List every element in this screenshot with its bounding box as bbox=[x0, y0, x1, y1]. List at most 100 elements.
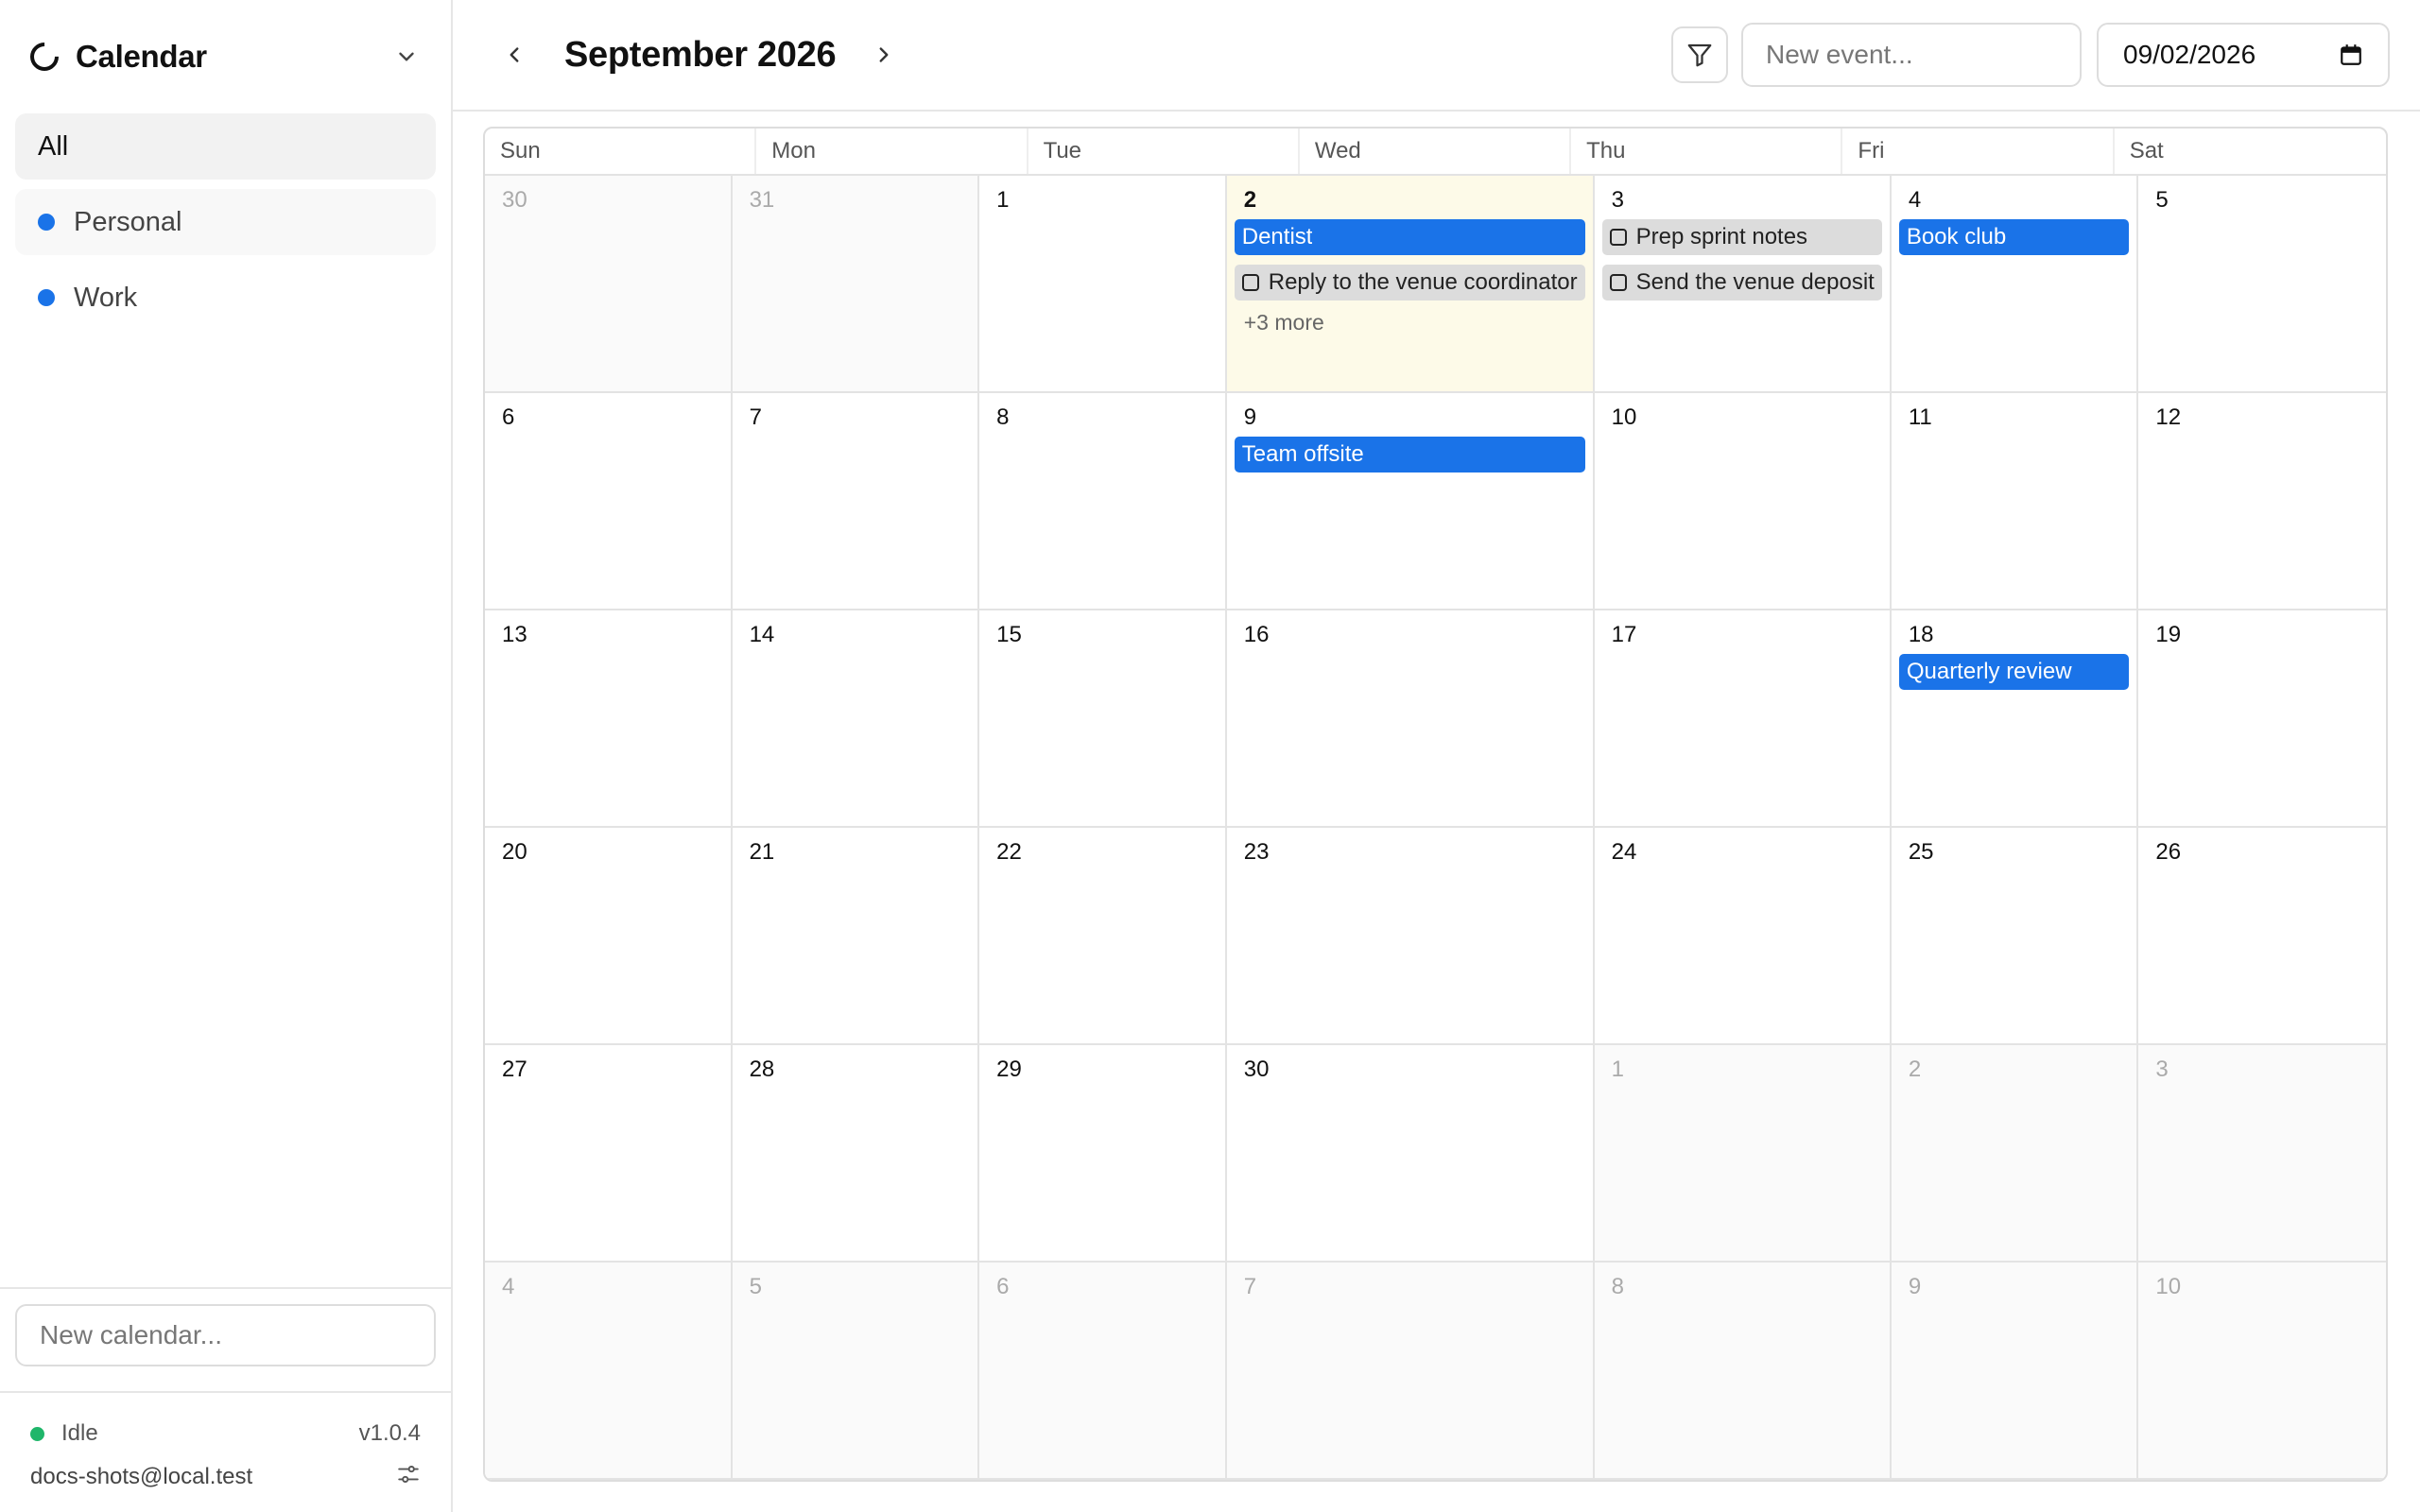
day-cell[interactable]: 4 Book club bbox=[1891, 176, 2139, 393]
chevron-down-icon[interactable] bbox=[392, 43, 421, 71]
day-cell[interactable]: 20 bbox=[485, 828, 733, 1045]
day-cell[interactable]: 10 bbox=[2138, 1263, 2386, 1480]
day-number: 15 bbox=[996, 622, 1022, 647]
day-cell[interactable]: 1 bbox=[1594, 1045, 1892, 1263]
day-cell[interactable]: 25 bbox=[1891, 828, 2139, 1045]
task-checkbox[interactable] bbox=[1609, 229, 1627, 246]
day-cell[interactable]: 26 bbox=[2138, 828, 2386, 1045]
day-cell[interactable]: 5 bbox=[2138, 176, 2386, 393]
app-title: Calendar bbox=[76, 39, 207, 74]
day-number: 9 bbox=[1243, 404, 1257, 430]
sidebar-item-label: Personal bbox=[74, 206, 182, 237]
day-cell[interactable]: 19 bbox=[2138, 610, 2386, 828]
day-cell[interactable]: 10 bbox=[1594, 393, 1892, 610]
day-cell[interactable]: 9 Team offsite bbox=[1226, 393, 1595, 610]
day-number: 2 bbox=[1243, 187, 1257, 213]
day-number: 1 bbox=[996, 187, 1010, 213]
day-cell[interactable]: 24 bbox=[1594, 828, 1892, 1045]
day-number: 30 bbox=[502, 187, 527, 213]
day-number: 12 bbox=[2155, 404, 2182, 430]
event-chip[interactable]: Dentist bbox=[1234, 219, 1585, 255]
day-cell[interactable]: 14 bbox=[732, 610, 980, 828]
next-month-button[interactable] bbox=[860, 31, 908, 78]
sidebar-item-personal[interactable]: Personal bbox=[15, 189, 436, 255]
day-cell[interactable]: 13 bbox=[485, 610, 733, 828]
day-cell[interactable]: 7 bbox=[1226, 1263, 1595, 1480]
day-cell[interactable]: 2 bbox=[1891, 1045, 2139, 1263]
new-calendar-input[interactable] bbox=[15, 1304, 436, 1366]
day-cell[interactable]: 12 bbox=[2138, 393, 2386, 610]
day-cell[interactable]: 3 Prep sprint notes Send the venue deposit bbox=[1594, 176, 1892, 393]
weekday-label: Fri bbox=[1842, 129, 2115, 174]
day-number: 19 bbox=[2155, 622, 2182, 647]
status-dot bbox=[30, 1426, 44, 1441]
day-number: 25 bbox=[1908, 839, 1934, 865]
day-cell[interactable]: 15 bbox=[979, 610, 1227, 828]
new-event-input[interactable] bbox=[1741, 23, 2082, 87]
task-chip[interactable]: Reply to the venue coordinator bbox=[1234, 265, 1585, 301]
weekday-label: Tue bbox=[1028, 129, 1300, 174]
day-cell[interactable]: 5 bbox=[732, 1263, 980, 1480]
filter-button[interactable] bbox=[1671, 26, 1728, 83]
day-cell[interactable]: 4 bbox=[485, 1263, 733, 1480]
event-chip[interactable]: Book club bbox=[1898, 219, 2130, 255]
day-number: 16 bbox=[1243, 622, 1270, 647]
more-events-link[interactable]: +3 more bbox=[1235, 310, 1585, 335]
task-chip[interactable]: Send the venue deposit bbox=[1601, 265, 1882, 301]
weekday-label: Wed bbox=[1300, 129, 1572, 174]
day-number: 29 bbox=[996, 1057, 1022, 1082]
day-cell[interactable]: 1 bbox=[979, 176, 1227, 393]
sidebar-header[interactable]: Calendar bbox=[0, 0, 451, 113]
day-cell[interactable]: 22 bbox=[979, 828, 1227, 1045]
day-number: 22 bbox=[996, 839, 1022, 865]
task-checkbox[interactable] bbox=[1241, 274, 1259, 291]
day-cell[interactable]: 21 bbox=[732, 828, 980, 1045]
day-number: 18 bbox=[1908, 622, 1934, 647]
sidebar-item-work[interactable]: Work bbox=[15, 265, 436, 331]
day-number: 21 bbox=[749, 839, 775, 865]
day-cell[interactable]: 6 bbox=[485, 393, 733, 610]
day-cell[interactable]: 6 bbox=[979, 1263, 1227, 1480]
day-number: 11 bbox=[1908, 404, 1932, 430]
date-picker[interactable]: 09/02/2026 bbox=[2097, 23, 2390, 87]
day-cell[interactable]: 30 bbox=[485, 176, 733, 393]
settings-sliders-icon[interactable] bbox=[396, 1462, 421, 1493]
day-number: 6 bbox=[996, 1274, 1010, 1299]
day-cell[interactable]: 8 bbox=[1594, 1263, 1892, 1480]
day-number: 30 bbox=[1243, 1057, 1270, 1082]
day-cell[interactable]: 17 bbox=[1594, 610, 1892, 828]
day-number: 9 bbox=[1908, 1274, 1922, 1299]
sidebar: Calendar All Personal Work New calendar.… bbox=[0, 0, 453, 1512]
status-bar: Idle v1.0.4 docs-shots@local.test bbox=[0, 1391, 451, 1512]
day-number: 17 bbox=[1611, 622, 1637, 647]
main-area: September 2026 09/02/2026 SunMonTueWedTh… bbox=[453, 0, 2420, 1512]
day-number: 5 bbox=[749, 1274, 762, 1299]
day-cell[interactable]: 29 bbox=[979, 1045, 1227, 1263]
month-grid: Sun Mon Tue Wed Thu Fri Sat 30 31 1 2 Dentist Reply… bbox=[483, 127, 2388, 1482]
day-cell[interactable]: 8 bbox=[979, 393, 1227, 610]
event-chip[interactable]: Team offsite bbox=[1234, 437, 1585, 472]
day-cell[interactable]: 18 Quarterly review bbox=[1891, 610, 2139, 828]
day-cell[interactable]: 9 bbox=[1891, 1263, 2139, 1480]
weekday-header: Sun Mon Tue Wed Thu Fri Sat bbox=[485, 129, 2386, 176]
day-cell[interactable]: 27 bbox=[485, 1045, 733, 1263]
day-cell[interactable]: 28 bbox=[732, 1045, 980, 1263]
event-title: Book club bbox=[1906, 224, 2007, 249]
calendar-color-dot bbox=[38, 214, 55, 231]
day-cell[interactable]: 11 bbox=[1891, 393, 2139, 610]
day-cell[interactable]: 7 bbox=[732, 393, 980, 610]
day-number: 13 bbox=[502, 622, 527, 647]
day-cell-today[interactable]: 2 Dentist Reply to the venue coordinator +3… bbox=[1226, 176, 1595, 393]
day-cell[interactable]: 23 bbox=[1226, 828, 1595, 1045]
sidebar-item-all[interactable]: All bbox=[15, 113, 436, 180]
day-cell[interactable]: 16 bbox=[1226, 610, 1595, 828]
prev-month-button[interactable] bbox=[491, 31, 538, 78]
day-number: 4 bbox=[502, 1274, 515, 1299]
task-chip[interactable]: Prep sprint notes bbox=[1601, 219, 1882, 255]
calendar-list: All Personal Work bbox=[0, 113, 451, 340]
day-cell[interactable]: 30 bbox=[1226, 1045, 1595, 1263]
task-checkbox[interactable] bbox=[1609, 274, 1627, 291]
day-cell[interactable]: 3 bbox=[2138, 1045, 2386, 1263]
event-chip[interactable]: Quarterly review bbox=[1898, 654, 2130, 690]
day-cell[interactable]: 31 bbox=[732, 176, 980, 393]
